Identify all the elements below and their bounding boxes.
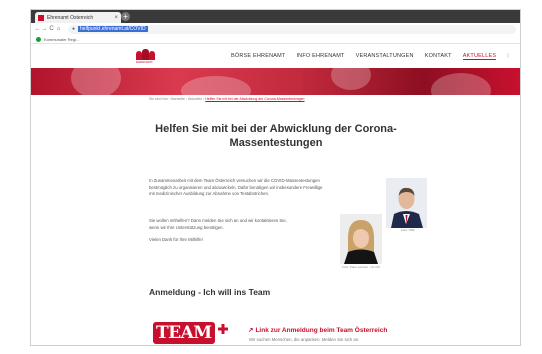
bookmark-icon xyxy=(36,36,41,42)
page-title: Helfen Sie mit bei der Abwicklung der Co… xyxy=(155,123,397,149)
call-line-2: wenn wir Ihre Unterstützung benötigen. xyxy=(149,224,224,230)
forward-icon[interactable]: → xyxy=(41,26,48,32)
team-oesterreich-logo[interactable]: TEAM xyxy=(153,320,228,345)
logo-figure-icon xyxy=(142,49,149,60)
web-page: EHRENAMT BÖRSE EHRENAMT INFO EHRENAMT VE… xyxy=(31,44,520,345)
menu-item-aktuelles[interactable]: AKTUELLES xyxy=(462,53,497,60)
section-title: Anmeldung - Ich will ins Team xyxy=(149,287,271,297)
favicon-icon xyxy=(38,14,44,21)
portrait-photo-woman xyxy=(340,214,382,264)
new-tab-button[interactable]: + xyxy=(121,12,130,21)
address-bar-row: ← → C ⌂ ● helfpunkt.ehrenamt.at/COVID xyxy=(31,23,520,35)
portrait-photo-man xyxy=(386,178,427,228)
logo-text: EHRENAMT xyxy=(136,60,153,64)
intro-paragraph: In Zusammenarbeit mit dem Team Österreic… xyxy=(149,178,389,198)
back-icon[interactable]: ← xyxy=(34,26,41,32)
intro-line-3: mit medizinischer Ausbildung zur Abnahme… xyxy=(149,191,270,196)
tab-title: Ehrenamt Österreich xyxy=(47,14,94,21)
url-text[interactable]: helfpunkt.ehrenamt.at/COVID xyxy=(78,26,148,32)
registration-description: Wir suchen Menschen, die anpacken. Melde… xyxy=(249,337,360,342)
url-field[interactable]: ● helfpunkt.ehrenamt.at/COVID xyxy=(68,24,516,34)
lock-icon: ● xyxy=(72,26,76,32)
bookmark-item[interactable]: Kommunaler Regi... xyxy=(44,37,79,42)
site-logo[interactable]: EHRENAMT xyxy=(136,49,156,65)
bookmarks-bar: Kommunaler Regi... xyxy=(31,35,520,44)
menu-separator: | xyxy=(507,53,509,59)
photo1-caption: Foto: ORF xyxy=(400,228,415,232)
menu-item-boerse[interactable]: BÖRSE EHRENAMT xyxy=(231,53,285,60)
search-icon[interactable]: Q xyxy=(520,53,521,60)
breadcrumb-item-aktuelles[interactable]: Aktuelles xyxy=(188,97,202,101)
menu-item-veranstaltungen[interactable]: VERANSTALTUNGEN xyxy=(356,53,414,60)
logo-figure-icon xyxy=(149,51,155,60)
browser-window: Ehrenamt Österreich × + ← → C ⌂ ● helfpu… xyxy=(30,9,521,346)
external-link-icon: ↗ xyxy=(248,327,254,334)
site-header: EHRENAMT BÖRSE EHRENAMT INFO EHRENAMT VE… xyxy=(31,44,520,68)
main-menu: BÖRSE EHRENAMT INFO EHRENAMT VERANSTALTU… xyxy=(231,53,521,60)
menu-item-kontakt[interactable]: KONTAKT xyxy=(425,53,452,60)
registration-link[interactable]: ↗ Link zur Anmeldung beim Team Österreich xyxy=(248,326,387,334)
breadcrumb: Sie sind hier: Startseite › Aktuelles › … xyxy=(149,97,305,101)
reload-icon[interactable]: C xyxy=(48,26,55,32)
hero-banner xyxy=(31,68,520,95)
breadcrumb-current[interactable]: Helfen Sie mit bei der Abwicklung der Co… xyxy=(205,97,304,101)
team-logo-text: TEAM xyxy=(153,322,215,344)
tab-bar: Ehrenamt Österreich × + xyxy=(31,10,520,23)
breadcrumb-prefix: Sie sind hier: xyxy=(149,97,170,101)
menu-item-info[interactable]: INFO EHRENAMT xyxy=(296,53,344,60)
breadcrumb-item-home[interactable]: Startseite xyxy=(170,97,185,101)
close-tab-icon[interactable]: × xyxy=(114,15,118,21)
browser-tab[interactable]: Ehrenamt Österreich × xyxy=(35,12,121,23)
home-icon[interactable]: ⌂ xyxy=(55,26,62,32)
red-cross-icon xyxy=(218,324,228,334)
registration-link-text[interactable]: Link zur Anmeldung beim Team Österreich xyxy=(255,327,387,334)
thanks-text: Vielen Dank für Ihre Mithilfe! xyxy=(149,237,203,242)
screenshot-canvas: Ehrenamt Österreich × + ← → C ⌂ ● helfpu… xyxy=(0,0,542,354)
call-paragraph: Sie wollen mithelfen? Dann melden Sie si… xyxy=(149,218,349,231)
photo2-caption: Foto: Peter Lehnert - LK OÖ xyxy=(342,265,380,269)
